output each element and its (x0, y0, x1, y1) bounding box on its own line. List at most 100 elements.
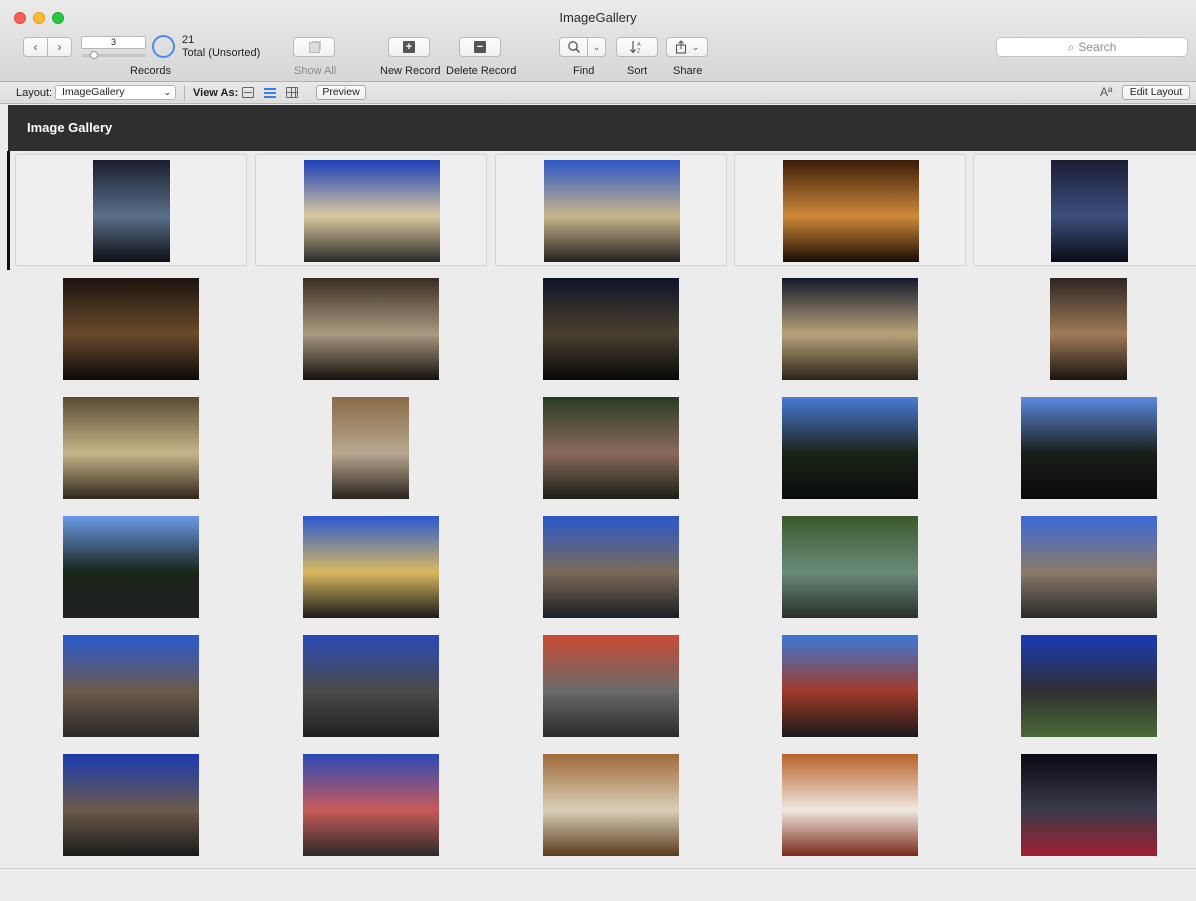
gallery-image[interactable] (303, 278, 439, 380)
svg-text:A: A (637, 42, 641, 48)
image-container[interactable] (255, 749, 487, 861)
image-container[interactable] (15, 749, 247, 861)
layout-select-value: ImageGallery (62, 86, 125, 98)
gallery-image[interactable] (543, 278, 679, 380)
gallery-image[interactable] (1021, 397, 1157, 499)
search-placeholder: Search (1078, 40, 1117, 54)
gallery-image[interactable] (782, 754, 918, 856)
sort-button[interactable]: AZ (616, 37, 658, 57)
image-container[interactable] (734, 154, 966, 266)
image-container[interactable] (255, 392, 487, 504)
gallery-image[interactable] (304, 160, 440, 262)
image-container[interactable] (973, 273, 1196, 385)
record-row[interactable] (11, 270, 1196, 389)
image-container[interactable] (255, 154, 487, 266)
search-field[interactable]: ⌕ Search (996, 37, 1188, 57)
gallery-image[interactable] (543, 516, 679, 618)
record-row[interactable] (11, 508, 1196, 627)
gallery-image[interactable] (1051, 160, 1128, 262)
image-container[interactable] (495, 273, 727, 385)
share-label: Share (673, 65, 703, 77)
image-container[interactable] (973, 511, 1196, 623)
gallery-image[interactable] (782, 635, 918, 737)
image-container[interactable] (15, 511, 247, 623)
record-status: Total (Unsorted) (182, 47, 261, 59)
gallery-image[interactable] (783, 160, 919, 262)
image-container[interactable] (255, 630, 487, 742)
gallery-image[interactable] (782, 516, 918, 618)
gallery-image[interactable] (93, 160, 170, 262)
image-container[interactable] (15, 154, 247, 266)
gallery-image[interactable] (332, 397, 409, 499)
image-container[interactable] (734, 749, 966, 861)
next-record-button[interactable]: › (47, 37, 72, 57)
layout-select[interactable]: ImageGallery ⌄ (55, 85, 176, 100)
image-container[interactable] (734, 273, 966, 385)
image-container[interactable] (495, 511, 727, 623)
gallery-image[interactable] (543, 635, 679, 737)
record-row[interactable] (11, 389, 1196, 508)
record-slider-handle[interactable] (90, 51, 99, 59)
show-all-icon (308, 41, 320, 53)
gallery-image[interactable] (782, 397, 918, 499)
image-container[interactable] (973, 749, 1196, 861)
image-container[interactable] (734, 392, 966, 504)
image-container[interactable] (15, 392, 247, 504)
gallery-image[interactable] (544, 160, 680, 262)
image-container[interactable] (15, 273, 247, 385)
share-button[interactable]: ⌄ (666, 37, 708, 57)
show-all-button[interactable] (293, 37, 335, 57)
gallery-image[interactable] (303, 635, 439, 737)
image-container[interactable] (495, 630, 727, 742)
page-title: Image Gallery (27, 120, 113, 135)
gallery-image[interactable] (63, 278, 199, 380)
image-container[interactable] (973, 154, 1196, 266)
gallery-image[interactable] (543, 754, 679, 856)
table-view-icon[interactable] (286, 87, 298, 98)
text-format-icon[interactable]: Aª (1100, 85, 1112, 99)
chevron-down-icon: ⌄ (163, 87, 171, 97)
gallery-image[interactable] (63, 516, 199, 618)
image-container[interactable] (255, 511, 487, 623)
record-row[interactable] (11, 746, 1196, 865)
record-row[interactable] (11, 627, 1196, 746)
active-record-indicator (7, 151, 10, 270)
chevron-right-icon: › (57, 40, 62, 54)
gallery-image[interactable] (63, 397, 199, 499)
preview-button[interactable]: Preview (316, 85, 366, 100)
image-container[interactable] (15, 630, 247, 742)
gallery-image[interactable] (1021, 516, 1157, 618)
list-view-icon[interactable] (264, 87, 276, 98)
image-container[interactable] (734, 630, 966, 742)
toolbar: ImageGallery ‹ › 3 21 Total (Unsorted) R… (0, 0, 1196, 82)
gallery-image[interactable] (1021, 635, 1157, 737)
image-container[interactable] (973, 630, 1196, 742)
records-pie-icon[interactable] (152, 35, 175, 58)
gallery-image[interactable] (1021, 754, 1157, 856)
plus-square-icon: + (403, 41, 415, 53)
gallery-image[interactable] (782, 278, 918, 380)
find-button[interactable] (559, 37, 588, 57)
gallery-image[interactable] (543, 397, 679, 499)
find-menu-button[interactable]: ⌄ (587, 37, 606, 57)
delete-record-button[interactable]: − (459, 37, 501, 57)
image-container[interactable] (495, 154, 727, 266)
record-row[interactable] (11, 151, 1196, 270)
layout-bar: Layout: ImageGallery ⌄ View As: Preview … (0, 82, 1196, 104)
image-container[interactable] (734, 511, 966, 623)
new-record-button[interactable]: + (388, 37, 430, 57)
image-container[interactable] (495, 392, 727, 504)
current-record-field[interactable]: 3 (81, 36, 146, 49)
gallery-image[interactable] (1050, 278, 1127, 380)
sort-label: Sort (627, 65, 648, 77)
form-view-icon[interactable] (242, 87, 254, 98)
gallery-image[interactable] (303, 754, 439, 856)
edit-layout-button[interactable]: Edit Layout (1122, 85, 1190, 100)
image-container[interactable] (495, 749, 727, 861)
image-container[interactable] (973, 392, 1196, 504)
image-container[interactable] (255, 273, 487, 385)
previous-record-button[interactable]: ‹ (23, 37, 48, 57)
gallery-image[interactable] (63, 754, 199, 856)
gallery-image[interactable] (303, 516, 439, 618)
gallery-image[interactable] (63, 635, 199, 737)
